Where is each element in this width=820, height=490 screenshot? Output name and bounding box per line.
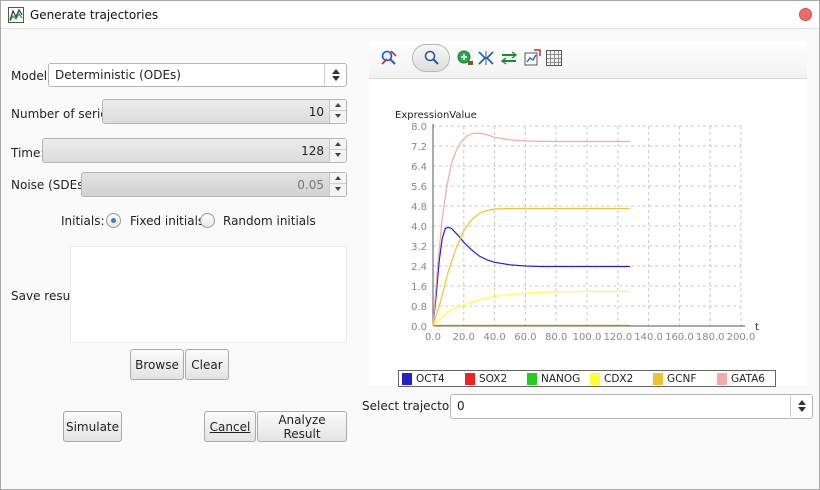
pan-icon[interactable] bbox=[456, 49, 474, 67]
spinner-buttons bbox=[329, 139, 346, 162]
legend-swatch bbox=[653, 373, 663, 385]
trajectory-select-arrows-icon bbox=[790, 395, 812, 417]
series-line-oct4 bbox=[432, 226, 631, 327]
simulate-button[interactable]: Simulate bbox=[63, 411, 122, 442]
x-tick-label: 80.0 bbox=[545, 332, 567, 343]
spinner-up-button[interactable] bbox=[330, 100, 346, 111]
spinner-buttons bbox=[329, 100, 346, 123]
browse-button[interactable]: Browse bbox=[130, 349, 184, 380]
x-tick-label: 160.0 bbox=[665, 332, 694, 343]
model-select-arrows-icon bbox=[324, 64, 346, 86]
spinner-up-button[interactable] bbox=[330, 139, 346, 150]
legend-label: GCNF bbox=[667, 373, 697, 385]
y-tick-label: 2.4 bbox=[411, 262, 427, 273]
y-tick-label: 4.0 bbox=[411, 222, 427, 233]
y-tick-label: 3.2 bbox=[411, 242, 427, 253]
y-tick-label: 5.6 bbox=[411, 182, 427, 193]
model-select-value: Deterministic (ODEs) bbox=[55, 68, 181, 82]
fixed-initials-label[interactable]: Fixed initials bbox=[130, 214, 204, 228]
legend-label: NANOG bbox=[541, 373, 581, 385]
zoom-icon bbox=[424, 50, 439, 65]
time-label: Time: bbox=[11, 146, 45, 160]
y-tick-label: 1.6 bbox=[411, 282, 427, 293]
spinner-down-button[interactable] bbox=[330, 150, 346, 161]
x-tick-label: 120.0 bbox=[603, 332, 632, 343]
cancel-button[interactable]: Cancel bbox=[204, 411, 256, 442]
legend-label: GATA6 bbox=[731, 373, 765, 385]
window-title: Generate trajectories bbox=[30, 8, 159, 22]
number-of-series-value: 10 bbox=[308, 105, 324, 119]
expression-chart-svg: 0.0 20.0 40.0 60.0 80.0 100.0 120.0 140.0 160.0 1… bbox=[395, 110, 759, 343]
legend-label: CDX2 bbox=[604, 373, 634, 385]
legend-swatch bbox=[402, 373, 412, 385]
fixed-initials-radio[interactable] bbox=[106, 213, 121, 228]
chart-toolbar bbox=[369, 41, 807, 79]
y-tick-label: 8.0 bbox=[411, 122, 427, 133]
legend-swatch bbox=[527, 373, 537, 385]
y-tick-label: 6.4 bbox=[411, 162, 427, 173]
zoom-tool-button[interactable] bbox=[412, 44, 450, 72]
y-tick-label: 4.8 bbox=[411, 202, 427, 213]
y-axis-title: ExpressionValue bbox=[395, 110, 477, 121]
x-tick-label: 60.0 bbox=[514, 332, 536, 343]
y-tick-label: 0.8 bbox=[411, 302, 427, 313]
spinner-up-button[interactable] bbox=[330, 173, 346, 184]
model-label: Model: bbox=[11, 69, 52, 83]
analyze-result-button[interactable]: Analyze Result bbox=[257, 411, 347, 442]
expression-chart: 0.0 20.0 40.0 60.0 80.0 100.0 120.0 140.0 160.0 1… bbox=[369, 79, 807, 385]
random-initials-radio[interactable] bbox=[200, 213, 215, 228]
grid-icon[interactable] bbox=[545, 49, 563, 67]
x-tick-label: 140.0 bbox=[634, 332, 663, 343]
noise-value: 0.05 bbox=[297, 178, 324, 192]
x-tick-label: 180.0 bbox=[696, 332, 725, 343]
title-bar: Generate trajectories bbox=[1, 1, 819, 29]
random-initials-label[interactable]: Random initials bbox=[223, 214, 316, 228]
trajectory-select-value: 0 bbox=[457, 399, 465, 413]
legend-label: OCT4 bbox=[416, 373, 445, 385]
trajectory-select[interactable]: 0 bbox=[450, 394, 813, 419]
noise-spinner[interactable]: 0.05 bbox=[81, 172, 347, 197]
save-result-path-field[interactable] bbox=[70, 246, 347, 343]
time-value: 128 bbox=[301, 144, 324, 158]
legend-label: SOX2 bbox=[479, 373, 508, 385]
spinner-down-button[interactable] bbox=[330, 184, 346, 195]
y-tick-label: 7.2 bbox=[411, 142, 427, 153]
x-tick-label: 0.0 bbox=[425, 332, 441, 343]
number-of-series-spinner[interactable]: 10 bbox=[102, 99, 347, 124]
time-spinner[interactable]: 128 bbox=[42, 138, 347, 163]
x-tick-label: 40.0 bbox=[483, 332, 505, 343]
app-trajectory-icon bbox=[8, 7, 24, 23]
y-tick-label: 0.0 bbox=[411, 322, 427, 333]
model-select[interactable]: Deterministic (ODEs) bbox=[48, 63, 347, 87]
x-axis-title: t bbox=[755, 322, 759, 333]
export-icon[interactable] bbox=[523, 49, 541, 67]
cancel-button-label: Cancel bbox=[209, 419, 251, 434]
legend-swatch bbox=[717, 373, 727, 385]
initials-label: Initials: bbox=[61, 214, 105, 228]
spinner-buttons bbox=[329, 173, 346, 196]
spinner-down-button[interactable] bbox=[330, 111, 346, 122]
chart-legend: OCT4 SOX2 NANOG CDX2 GCNF GATA6 bbox=[398, 370, 776, 387]
axis-settings-icon[interactable] bbox=[500, 49, 518, 67]
series-line-gata6 bbox=[432, 132, 631, 327]
fit-icon[interactable] bbox=[477, 49, 495, 67]
clear-button[interactable]: Clear bbox=[185, 349, 229, 380]
series-line-cdx2 bbox=[432, 290, 631, 327]
close-button[interactable] bbox=[799, 8, 812, 21]
x-tick-label: 100.0 bbox=[573, 332, 602, 343]
legend-swatch bbox=[590, 373, 600, 385]
zoom-reset-icon[interactable] bbox=[380, 49, 398, 67]
x-tick-label: 200.0 bbox=[727, 332, 756, 343]
legend-swatch bbox=[465, 373, 475, 385]
x-tick-label: 20.0 bbox=[453, 332, 475, 343]
generate-trajectories-window: Generate trajectories Model: Determinist… bbox=[0, 0, 820, 490]
